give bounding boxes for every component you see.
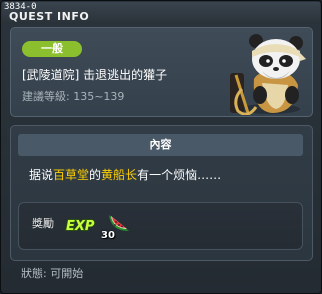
svg-text:EXP: EXP (66, 219, 95, 233)
reward-item-count: 30 (101, 230, 115, 241)
level-range: 135~139 (73, 90, 125, 103)
desc-text-3: 有一个烦恼…… (137, 168, 222, 182)
desc-place-name: 百草堂 (53, 168, 90, 182)
desc-text-1: 据说 (29, 168, 54, 182)
quest-status: 狀態: 可開始 (21, 267, 84, 280)
panda-npc-icon (230, 34, 306, 115)
reward-label: 獎勵 (32, 217, 54, 230)
reward-box (18, 202, 303, 250)
quest-name: [武陵道院] 击退逃出的獾子 (22, 68, 168, 82)
exp-icon[interactable]: EXP (65, 217, 99, 233)
desc-text-2: 的 (89, 168, 102, 182)
window-title: QUEST INFO (9, 10, 90, 23)
quest-description: 据说百草堂的黄船长有一个烦恼…… (29, 168, 221, 182)
quest-category-badge: 一般 (22, 41, 82, 57)
recommended-level: 建議等級: 135~139 (22, 90, 124, 103)
content-section-header: 內容 (18, 134, 303, 156)
level-label: 建議等級: (22, 90, 70, 103)
desc-npc-name: 黄船长 (101, 168, 138, 182)
quest-info-window: 3834-0 QUEST INFO 一般 [武陵道院] 击退逃出的獾子 建議等級… (0, 0, 322, 294)
